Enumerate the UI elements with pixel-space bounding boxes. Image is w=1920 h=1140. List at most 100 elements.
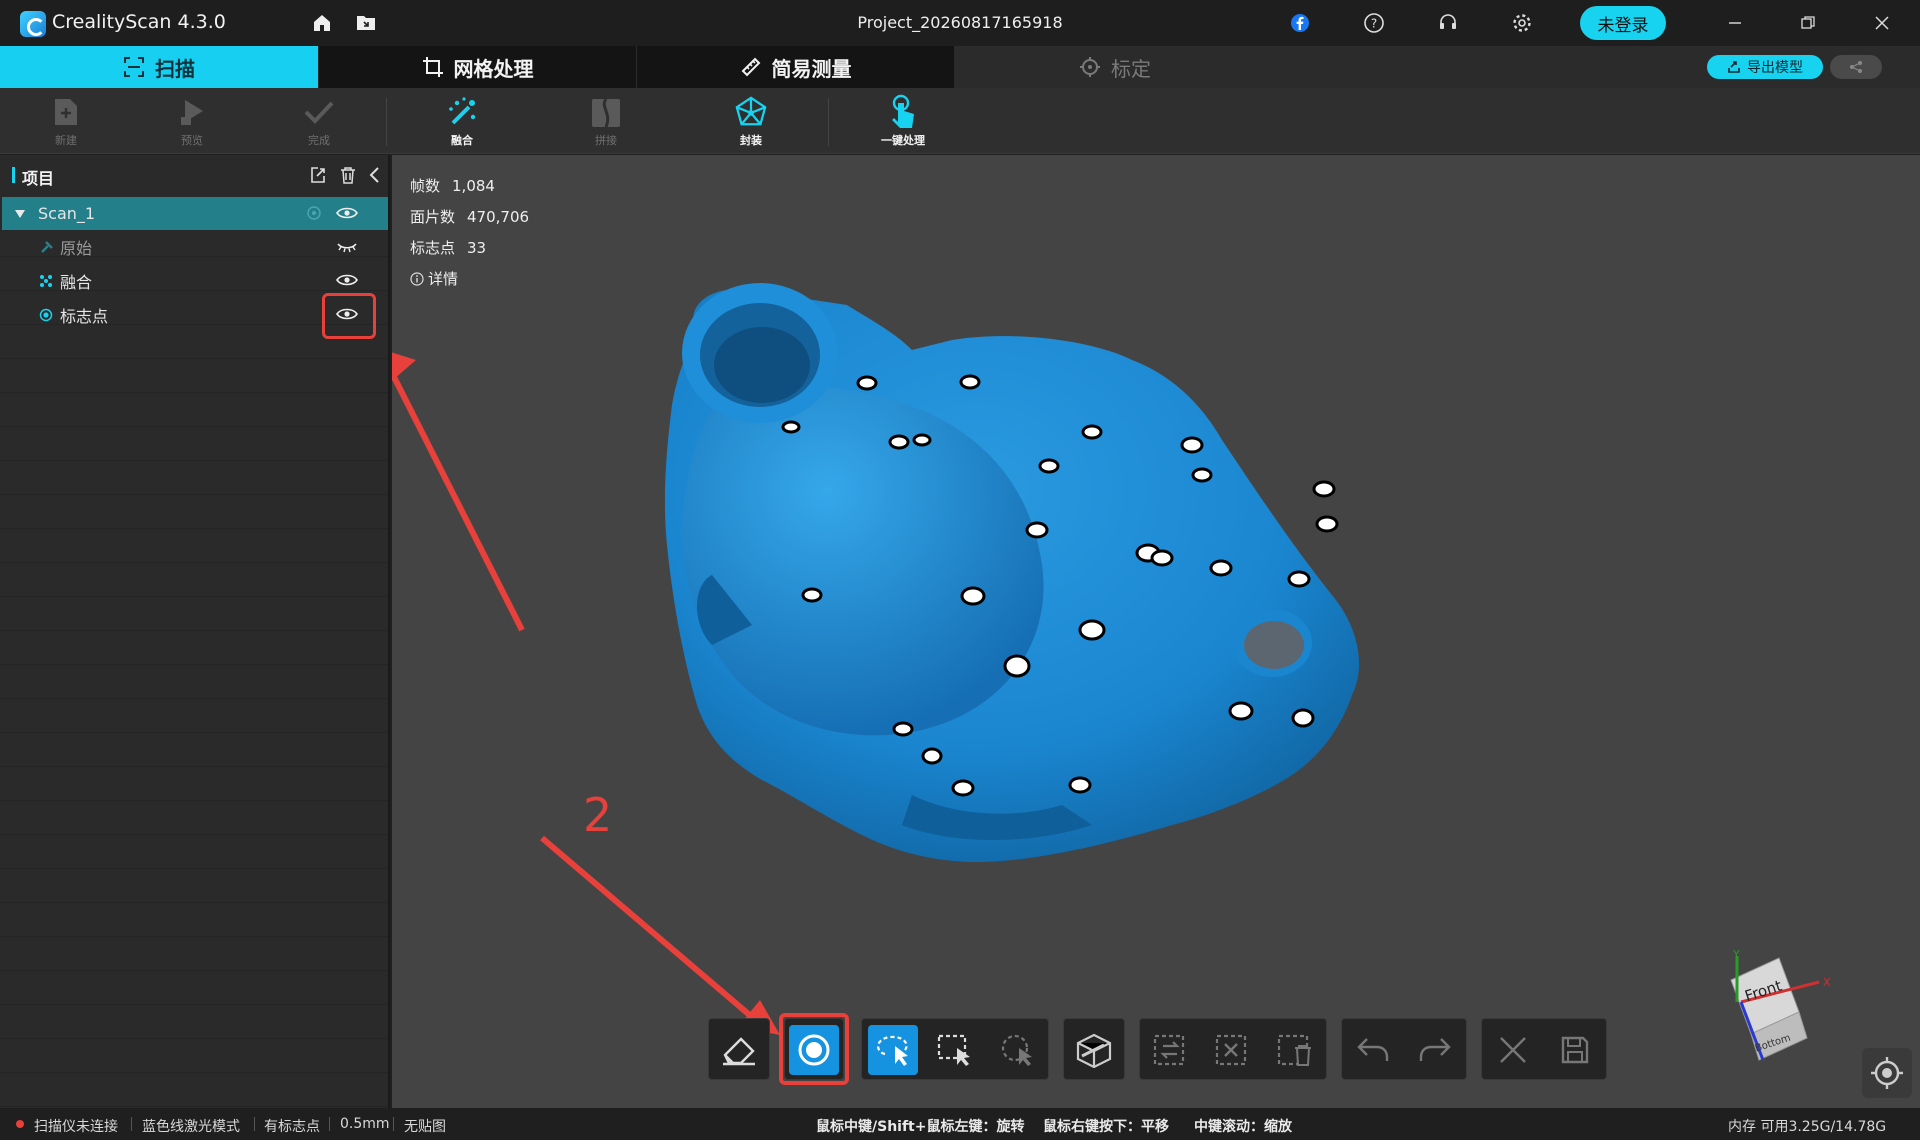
- marker-point-icon: [39, 308, 53, 322]
- selection-edit-group: [1139, 1018, 1327, 1080]
- panel-accent-bar: [12, 167, 15, 183]
- highlight-box-step-1: [322, 293, 376, 339]
- see-through-cube-icon: [1076, 1033, 1112, 1068]
- tree-item-raw[interactable]: 原始: [2, 230, 388, 263]
- collapse-panel-icon[interactable]: [364, 165, 384, 185]
- undo-icon: [1357, 1038, 1389, 1061]
- wrap-mesh-button[interactable]: 封装: [706, 94, 796, 150]
- view-through-button[interactable]: [1069, 1025, 1119, 1075]
- resolution: 0.5mm: [340, 1116, 390, 1132]
- share-button[interactable]: [1830, 55, 1882, 79]
- commit-group: [1481, 1018, 1607, 1080]
- lasso-select-icon: [877, 1035, 908, 1066]
- export-model-button[interactable]: 导出模型: [1707, 55, 1823, 79]
- target-icon[interactable]: [306, 205, 322, 221]
- home-icon[interactable]: [310, 12, 334, 34]
- tree-item-label: 标志点: [60, 306, 109, 326]
- preview-button[interactable]: 预览: [147, 94, 237, 150]
- visibility-eye-icon[interactable]: [336, 272, 358, 288]
- tab-measure[interactable]: 简易测量: [637, 46, 954, 88]
- one-click-process-button[interactable]: 一键处理: [858, 94, 948, 150]
- reset-view-button[interactable]: [1862, 1048, 1912, 1098]
- delete-selection-icon: [1277, 1034, 1311, 1066]
- expand-triangle-icon[interactable]: [14, 209, 26, 219]
- view-cube-gizmo[interactable]: Front Bottom Y X: [1717, 950, 1837, 1070]
- redo-button[interactable]: [1410, 1025, 1460, 1075]
- svg-text:?: ?: [1371, 17, 1377, 31]
- tab-calibration[interactable]: 标定: [955, 46, 1275, 88]
- fuse-button[interactable]: 融合: [417, 94, 507, 150]
- status-divider: [329, 1117, 330, 1131]
- delete-icon[interactable]: [338, 165, 358, 185]
- undo-button[interactable]: [1348, 1025, 1398, 1075]
- lasso-select-button[interactable]: [868, 1025, 918, 1075]
- finish-label: 完成: [308, 134, 330, 147]
- finish-button[interactable]: 完成: [274, 94, 364, 150]
- brush-select-button[interactable]: [992, 1025, 1042, 1075]
- mesh-wrap-icon: [734, 94, 768, 130]
- 3d-viewport[interactable]: 帧数 1,084 面片数 470,706 标志点 33 详情 2 Front B…: [392, 155, 1920, 1108]
- clear-selection-icon: [1215, 1034, 1247, 1066]
- one-click-icon: [886, 94, 920, 130]
- invert-selection-icon: [1153, 1034, 1185, 1066]
- invert-selection-button[interactable]: [1146, 1025, 1196, 1075]
- eraser-icon: [723, 1037, 755, 1066]
- reset-view-icon: [1871, 1057, 1903, 1089]
- tab-scan-label: 扫描: [155, 56, 195, 81]
- tree-item-scan-1[interactable]: Scan_1: [2, 197, 388, 230]
- rotate-hint: 鼠标中键/Shift+鼠标左键：旋转: [816, 1119, 1025, 1135]
- close-icon: [1500, 1037, 1526, 1063]
- tab-scan[interactable]: 扫描: [0, 46, 318, 88]
- cancel-edit-button[interactable]: [1488, 1025, 1538, 1075]
- stitch-label: 拼接: [595, 134, 617, 147]
- help-icon[interactable]: ?: [1362, 12, 1386, 34]
- app-logo: [20, 11, 46, 37]
- memory-usage: 内存 可用3.25G/14.78G: [1728, 1119, 1887, 1135]
- facebook-icon[interactable]: [1288, 12, 1312, 34]
- fuse-label: 融合: [451, 134, 473, 147]
- stitch-button[interactable]: 拼接: [561, 94, 651, 150]
- close-window-icon[interactable]: [1867, 10, 1897, 36]
- preview-icon: [175, 94, 209, 130]
- status-bar: 扫描仪未连接 蓝色线激光模式 有标志点 0.5mm 无贴图 鼠标中键/Shift…: [0, 1108, 1920, 1140]
- toolbar-divider: [386, 98, 387, 146]
- wrap-mesh-label: 封装: [740, 134, 762, 147]
- tree-item-label: Scan_1: [38, 204, 96, 223]
- minimize-icon[interactable]: [1720, 10, 1750, 36]
- tab-mesh-processing[interactable]: 网格处理: [319, 46, 636, 88]
- status-divider: [254, 1117, 255, 1131]
- scan-toolbar: 新建 预览 完成 融合 拼接 封装 一键处理: [0, 88, 1920, 154]
- history-group: [1341, 1018, 1467, 1080]
- project-panel-header: 项目: [0, 155, 388, 195]
- eraser-button[interactable]: [714, 1025, 764, 1075]
- settings-gear-icon[interactable]: [1510, 12, 1534, 34]
- visibility-hidden-icon[interactable]: [336, 238, 358, 254]
- new-scan-button[interactable]: 新建: [21, 94, 111, 150]
- connection-status-dot: [16, 1120, 24, 1128]
- toolbar-divider: [828, 98, 829, 146]
- rect-select-icon: [937, 1034, 970, 1066]
- clear-selection-button[interactable]: [1208, 1025, 1258, 1075]
- support-headset-icon[interactable]: [1436, 12, 1460, 34]
- rect-select-button[interactable]: [930, 1025, 980, 1075]
- y-axis-label: Y: [1732, 950, 1740, 961]
- save-edit-button[interactable]: [1550, 1025, 1600, 1075]
- delete-selection-button[interactable]: [1270, 1025, 1320, 1075]
- export-icon: [1728, 61, 1740, 73]
- tab-measure-label: 简易测量: [771, 56, 852, 81]
- status-divider: [393, 1117, 394, 1131]
- restore-icon[interactable]: [1793, 10, 1823, 36]
- new-file-icon: [49, 94, 83, 130]
- tree-item-label: 融合: [60, 272, 93, 292]
- stitch-icon: [589, 94, 623, 130]
- eraser-group: [708, 1018, 770, 1080]
- one-click-label: 一键处理: [881, 134, 925, 147]
- import-icon[interactable]: [308, 165, 328, 185]
- marker-mode: 有标志点: [264, 1119, 320, 1135]
- save-icon: [1561, 1036, 1589, 1064]
- new-scan-label: 新建: [55, 134, 77, 147]
- main-tab-bar: 扫描 网格处理 简易测量 标定 导出模型: [0, 46, 1920, 88]
- login-button[interactable]: 未登录: [1580, 6, 1666, 40]
- open-folder-icon[interactable]: [354, 12, 378, 34]
- visibility-eye-icon[interactable]: [336, 205, 358, 221]
